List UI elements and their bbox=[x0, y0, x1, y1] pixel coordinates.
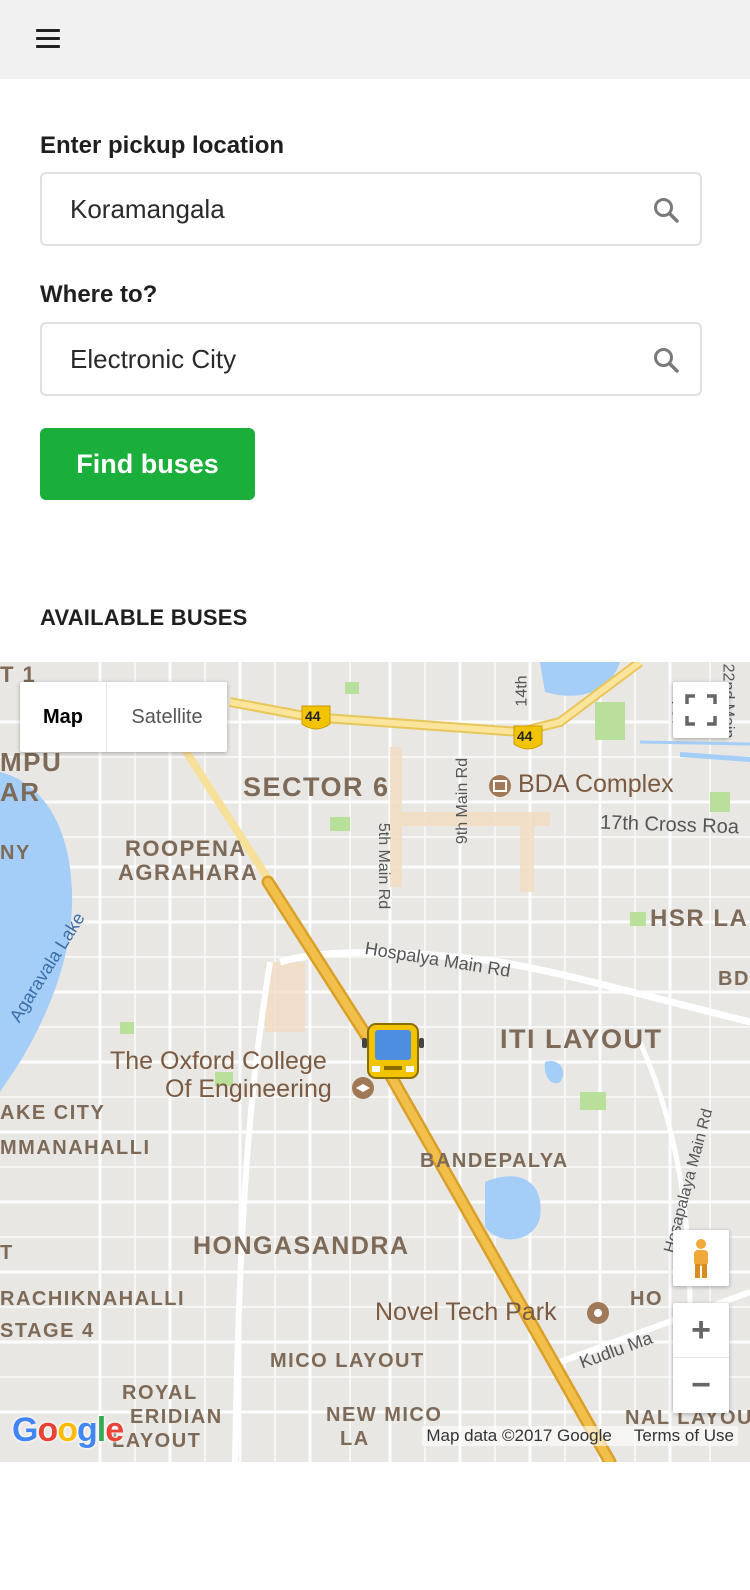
map-road-label: 17th Cross Roa bbox=[599, 811, 740, 839]
pickup-input[interactable] bbox=[70, 174, 630, 244]
map-type-map-button[interactable]: Map bbox=[20, 682, 107, 752]
fullscreen-icon bbox=[685, 694, 717, 726]
pickup-field[interactable] bbox=[40, 172, 702, 246]
map-area-label: SECTOR 6 bbox=[243, 772, 390, 802]
map-type-control: Map Satellite bbox=[20, 682, 227, 752]
map-poi-label: Novel Tech Park bbox=[375, 1298, 557, 1326]
map-area-label: LAYOUT bbox=[112, 1430, 202, 1452]
zoom-control: + − bbox=[673, 1303, 729, 1413]
map-area-label: NEW MICO bbox=[326, 1404, 443, 1426]
fullscreen-button[interactable] bbox=[673, 682, 729, 738]
map-road-label: 5th Main Rd bbox=[375, 822, 393, 910]
map-area-label: STAGE 4 bbox=[0, 1320, 95, 1342]
search-icon[interactable] bbox=[652, 196, 680, 224]
map-area-label: ITI LAYOUT bbox=[500, 1024, 663, 1054]
zoom-in-button[interactable]: + bbox=[673, 1303, 729, 1358]
terms-of-use-link[interactable]: Terms of Use bbox=[634, 1426, 734, 1446]
available-buses-heading: AVAILABLE BUSES bbox=[40, 605, 248, 630]
find-buses-button[interactable]: Find buses bbox=[40, 428, 255, 500]
map-area-label: MMANAHALLI bbox=[0, 1137, 151, 1159]
search-icon[interactable] bbox=[652, 346, 680, 374]
map-area-label: LA bbox=[340, 1428, 370, 1450]
map-area-label: NY bbox=[0, 842, 31, 864]
google-logo: Google bbox=[12, 1411, 124, 1449]
street-view-pegman[interactable] bbox=[673, 1230, 729, 1286]
map-data-credit: Map data ©2017 Google bbox=[426, 1426, 612, 1445]
pegman-icon bbox=[694, 1239, 708, 1278]
map-type-satellite-button[interactable]: Satellite bbox=[107, 682, 227, 752]
map-attribution: Map data ©2017 Google Terms of Use bbox=[422, 1426, 738, 1446]
map-area-label: T bbox=[0, 1242, 14, 1264]
map-area-label: ROYAL bbox=[122, 1382, 198, 1404]
top-app-bar bbox=[0, 0, 750, 79]
destination-input[interactable] bbox=[70, 324, 630, 394]
map-road-label: 9th Main Rd bbox=[454, 757, 472, 845]
bus-icon[interactable] bbox=[360, 1020, 426, 1084]
map-area-label: HSR LA bbox=[650, 905, 749, 932]
highway-shield-label: 44 bbox=[305, 708, 321, 724]
map-poi-label: The Oxford College bbox=[110, 1047, 327, 1075]
pickup-label: Enter pickup location bbox=[40, 132, 285, 159]
destination-label: Where to? bbox=[40, 281, 158, 308]
zoom-out-button[interactable]: − bbox=[673, 1358, 729, 1413]
map-area-label: BANDEPALYA bbox=[420, 1150, 569, 1172]
map-area-label: ERIDIAN bbox=[130, 1406, 223, 1428]
destination-field[interactable] bbox=[40, 322, 702, 396]
map-area-label: ROOPENA bbox=[125, 836, 247, 861]
map-area-label: AGRAHARA bbox=[118, 860, 259, 885]
map-area-label: HONGASANDRA bbox=[193, 1232, 410, 1260]
map-road-label: 14th bbox=[513, 675, 531, 707]
hamburger-menu-icon[interactable] bbox=[36, 29, 60, 49]
map[interactable]: 44 44 SECTOR 6 ROOPENA AGRAHARA HSR LA I… bbox=[0, 662, 750, 1462]
highway-shield-label: 44 bbox=[517, 728, 533, 744]
map-area-label: RACHIKNAHALLI bbox=[0, 1288, 186, 1310]
map-area-label: BD bbox=[718, 968, 750, 990]
map-area-label: MICO LAYOUT bbox=[270, 1350, 425, 1372]
map-poi-label: Of Engineering bbox=[165, 1075, 332, 1103]
map-area-label: AR bbox=[0, 777, 41, 807]
map-poi-label: BDA Complex bbox=[518, 770, 674, 798]
map-area-label: AKE CITY bbox=[0, 1102, 106, 1124]
map-area-label: HO bbox=[630, 1288, 663, 1310]
